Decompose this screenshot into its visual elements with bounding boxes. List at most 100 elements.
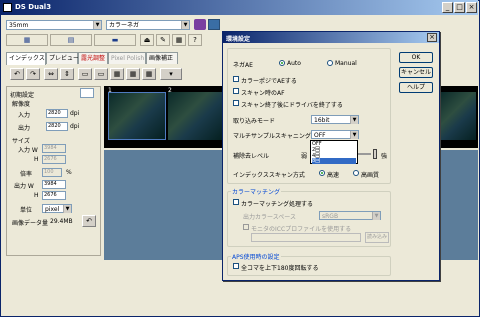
- multisample-select[interactable]: OFF ▼: [311, 130, 359, 139]
- view-frames-button[interactable]: ▭: [78, 68, 92, 80]
- color-settings-icon[interactable]: [194, 19, 206, 30]
- scale-label: 倍率: [20, 171, 33, 178]
- scan-index-button[interactable]: ▦: [6, 34, 48, 46]
- unit-select[interactable]: pixel ▼: [42, 204, 72, 213]
- input-resolution[interactable]: 2820: [46, 109, 68, 118]
- film-type-select[interactable]: 35mm ▼: [6, 20, 102, 30]
- tab-preview[interactable]: プレビュー: [46, 52, 79, 64]
- resolution-label: 解像度: [12, 101, 31, 108]
- tools-icon: ✎: [160, 36, 166, 44]
- rotate-right-button[interactable]: ↷: [26, 68, 40, 80]
- output-unit: dpi: [70, 123, 80, 130]
- grid-icon: ▦: [129, 70, 137, 78]
- ok-button[interactable]: OK: [399, 52, 433, 63]
- noise-slider-handle[interactable]: [373, 149, 377, 159]
- aps-group-label: APS使用時の設定: [231, 252, 281, 261]
- film-icon: ▤: [67, 36, 75, 44]
- minimize-button[interactable]: _: [442, 2, 453, 13]
- output-height-field[interactable]: 2676: [42, 191, 66, 200]
- output-space-label: 出力カラースペース: [243, 214, 296, 221]
- view-strip-button[interactable]: ▭: [94, 68, 108, 80]
- color-matching-checkbox[interactable]: [233, 199, 239, 205]
- output-width-field[interactable]: 3984: [42, 180, 66, 189]
- out-h-label: H: [34, 192, 39, 199]
- eject-checkbox[interactable]: [233, 100, 239, 106]
- chevron-down-icon: ▼: [181, 21, 189, 29]
- monitor-profile-label: モニタのICCプロファイルを使用する: [251, 226, 352, 233]
- data-size-value: 29.4MB: [50, 218, 73, 225]
- output-space-select[interactable]: sRGB ▼: [319, 211, 381, 220]
- rotate-left-icon: ↶: [14, 70, 20, 78]
- strip-icon: ▭: [97, 70, 105, 78]
- aps-rotate-checkbox[interactable]: [233, 263, 239, 269]
- output-resolution[interactable]: 2820: [46, 122, 68, 131]
- monitor-profile-checkbox[interactable]: [243, 224, 249, 230]
- settings-button[interactable]: ✎: [156, 34, 170, 46]
- flip-vertical-button[interactable]: ⇕: [60, 68, 74, 80]
- scan-af-checkbox[interactable]: [233, 88, 239, 94]
- film-frame[interactable]: [108, 92, 166, 140]
- preset-dropdown[interactable]: [80, 88, 94, 98]
- grid-view-small-button[interactable]: ▦: [142, 68, 156, 80]
- grid-icon: ▦: [23, 36, 31, 44]
- help-button[interactable]: ?: [188, 34, 202, 46]
- scan-icon: ▬: [111, 36, 119, 44]
- layout-dropdown[interactable]: ▾: [160, 68, 182, 80]
- auto-label: Auto: [287, 60, 301, 67]
- index-fast-radio[interactable]: [319, 170, 325, 176]
- scan-preview-button[interactable]: ▤: [50, 34, 92, 46]
- grid-view-button[interactable]: ▦: [110, 68, 124, 80]
- multisample-label: マルチサンプルスキャニング: [233, 133, 311, 140]
- chevron-down-icon: ▼: [350, 131, 358, 139]
- eject-button[interactable]: ⏏: [140, 34, 154, 46]
- grid-view-large-button[interactable]: ▦: [126, 68, 140, 80]
- tab-pixel-polish[interactable]: Pixel Polish: [108, 52, 146, 64]
- size-label: サイズ: [12, 138, 30, 145]
- input-unit: dpi: [70, 110, 80, 117]
- tab-exposure[interactable]: 露光調整: [78, 52, 108, 64]
- in-w-label: 入力 W: [18, 147, 38, 154]
- grid-icon: ▦: [145, 70, 153, 78]
- rotate-right-icon: ↷: [30, 70, 36, 78]
- eject-label: スキャン終了後にドライバを終了する: [241, 102, 343, 109]
- nega-ae-manual-radio[interactable]: [327, 60, 333, 66]
- section-title: 初期設定: [10, 92, 35, 99]
- cancel-button[interactable]: キャンセル: [399, 67, 433, 78]
- reset-button[interactable]: ↶: [82, 215, 96, 227]
- output-label: 出力: [18, 125, 31, 132]
- load-button[interactable]: 読み込み: [365, 232, 389, 243]
- rotate-left-button[interactable]: ↶: [10, 68, 24, 80]
- tab-image-correction[interactable]: 画像補正: [146, 52, 178, 64]
- noise-low-label: 弱: [301, 153, 308, 160]
- import-mode-select[interactable]: 16bit ▼: [311, 115, 359, 124]
- index-hq-radio[interactable]: [353, 170, 359, 176]
- carbon-ae-checkbox[interactable]: [233, 76, 239, 82]
- preferences-button[interactable]: ▦: [172, 34, 186, 46]
- input-height-field[interactable]: 2676: [42, 155, 66, 164]
- multisample-option-selected[interactable]: 8回: [312, 158, 356, 164]
- nega-ae-auto-radio[interactable]: [279, 60, 285, 66]
- close-button[interactable]: ×: [466, 2, 477, 13]
- maximize-button[interactable]: □: [454, 2, 465, 13]
- app-icon: [3, 3, 12, 12]
- input-label: 入力: [18, 112, 31, 119]
- help-button[interactable]: ヘルプ: [399, 82, 433, 93]
- flip-horizontal-button[interactable]: ⇔: [44, 68, 58, 80]
- scale-field[interactable]: 100: [42, 168, 62, 177]
- film-mode-select[interactable]: カラーネガ ▼: [106, 20, 190, 30]
- undo-icon: ↶: [86, 217, 92, 225]
- out-w-label: 出力 W: [14, 183, 34, 190]
- dialog-close-button[interactable]: ×: [427, 33, 437, 42]
- profile-path-field[interactable]: [251, 233, 361, 242]
- tab-index[interactable]: インデックス: [6, 52, 46, 65]
- color-matching-group-label: カラーマッチング: [231, 187, 282, 196]
- monitor-icon[interactable]: [208, 19, 220, 30]
- film-frame[interactable]: [168, 92, 222, 140]
- color-matching-label: カラーマッチング処理する: [241, 201, 314, 208]
- chevron-down-icon: ▼: [63, 205, 71, 213]
- chevron-down-icon: ▾: [169, 70, 173, 78]
- dialog-title-bar: 環境設定: [223, 32, 439, 43]
- input-width-field[interactable]: 3984: [42, 144, 66, 153]
- scan-button[interactable]: ▬: [94, 34, 136, 46]
- film-frame[interactable]: [440, 92, 476, 140]
